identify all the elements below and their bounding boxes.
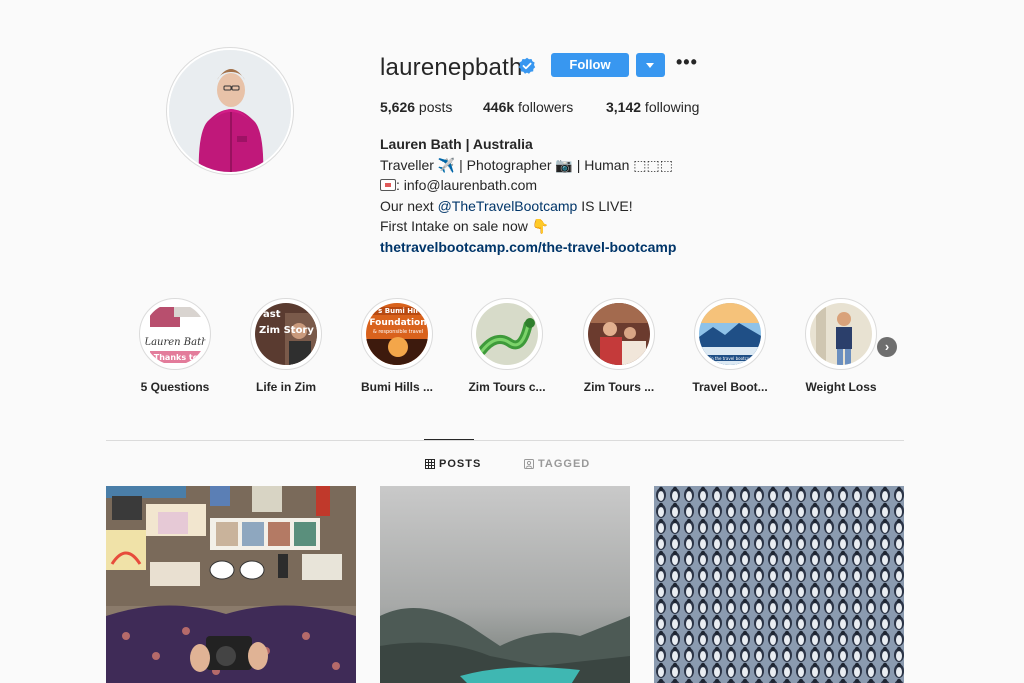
bio-line-email: : info@laurenbath.com xyxy=(380,175,676,196)
highlight-6-caption: Join the travel bootcamp xyxy=(705,356,756,361)
verified-badge-icon xyxy=(518,57,536,74)
highlight-item[interactable]: Weight Loss xyxy=(805,298,877,394)
highlight-cover: s Bumi Hil Foundation & responsible trav… xyxy=(361,298,433,370)
highlight-label: 5 Questions xyxy=(140,380,210,394)
highlight-3-mid: Foundation xyxy=(369,318,426,328)
follow-button[interactable]: Follow xyxy=(551,53,629,77)
highlight-3-small: & responsible travel xyxy=(373,329,423,335)
highlight-item[interactable]: Zim Tours ... xyxy=(583,298,655,394)
bio-line-4: First Intake on sale now 👇 xyxy=(380,218,550,234)
highlight-1-thanks: Thanks to xyxy=(154,353,199,362)
highlight-image: s Bumi Hil Foundation & responsible trav… xyxy=(366,303,428,365)
profile-avatar[interactable] xyxy=(166,47,294,175)
tab-posts[interactable]: POSTS xyxy=(425,458,481,470)
highlight-image: Join the travel bootcamp xyxy=(699,303,761,365)
highlight-image xyxy=(476,303,538,365)
posts-count: 5,626 posts xyxy=(380,99,453,115)
highlight-item[interactable]: Lauren Bath Thanks to 5 Questions xyxy=(139,298,211,394)
post-thumbnail[interactable] xyxy=(654,486,904,683)
highlight-image: ast Zim Story xyxy=(255,303,317,365)
tab-tagged[interactable]: TAGGED xyxy=(524,458,590,470)
bio-full-name: Lauren Bath | Australia xyxy=(380,136,533,152)
highlight-2-text: Zim Story xyxy=(259,325,314,336)
highlight-cover xyxy=(805,298,877,370)
highlight-cover: ast Zim Story xyxy=(250,298,322,370)
highlight-label: Bumi Hills ... xyxy=(360,380,433,394)
tabs-divider xyxy=(106,440,904,441)
highlight-1-signature: Lauren Bath xyxy=(144,337,206,348)
chevron-right-icon[interactable]: › xyxy=(877,337,897,357)
followers-link[interactable]: 446k followers xyxy=(483,99,573,115)
avatar-photo xyxy=(169,50,291,172)
highlight-item[interactable]: s Bumi Hil Foundation & responsible trav… xyxy=(361,298,433,394)
highlight-image xyxy=(588,303,650,365)
post-thumbnail[interactable] xyxy=(380,486,630,683)
more-options-icon[interactable]: ••• xyxy=(676,53,697,73)
bio-line-1: Traveller ✈️ | Photographer 📷 | Human ⬚⬚… xyxy=(380,156,673,173)
bio-line-3: Our next @TheTravelBootcamp IS LIVE! xyxy=(380,197,633,214)
highlight-label: Zim Tours ... xyxy=(583,380,655,394)
highlight-3-top: s Bumi Hil xyxy=(378,307,418,315)
profile-bio: Lauren Bath | Australia Traveller ✈️ | P… xyxy=(380,134,676,257)
bio-website-link[interactable]: thetravelbootcamp.com/the-travel-bootcam… xyxy=(380,237,676,258)
tagged-icon xyxy=(524,459,534,469)
highlight-cover xyxy=(583,298,655,370)
highlight-image xyxy=(810,303,872,365)
active-tab-indicator xyxy=(424,439,474,440)
email-icon xyxy=(380,179,396,191)
highlight-label: Weight Loss xyxy=(805,380,877,394)
highlight-label: Zim Tours c... xyxy=(468,380,546,394)
grid-icon xyxy=(425,459,435,469)
highlight-cover: Lauren Bath Thanks to xyxy=(139,298,211,370)
highlight-item[interactable]: Zim Tours c... xyxy=(468,298,546,394)
follow-dropdown-button[interactable] xyxy=(636,53,665,77)
highlight-item[interactable]: Join the travel bootcamp Travel Boot... xyxy=(692,298,768,394)
highlight-cover xyxy=(471,298,543,370)
following-link[interactable]: 3,142 following xyxy=(606,99,699,115)
highlight-cover: Join the travel bootcamp xyxy=(694,298,766,370)
highlight-item[interactable]: ast Zim Story Life in Zim xyxy=(250,298,322,394)
highlight-label: Life in Zim xyxy=(256,380,316,394)
highlight-2-top: ast xyxy=(263,309,281,320)
bio-mention-link[interactable]: @TheTravelBootcamp xyxy=(438,198,578,214)
post-thumbnail[interactable] xyxy=(106,486,356,683)
highlight-image: Lauren Bath Thanks to xyxy=(144,303,206,365)
highlight-label: Travel Boot... xyxy=(692,380,768,394)
profile-username: laurenepbath xyxy=(380,54,523,81)
